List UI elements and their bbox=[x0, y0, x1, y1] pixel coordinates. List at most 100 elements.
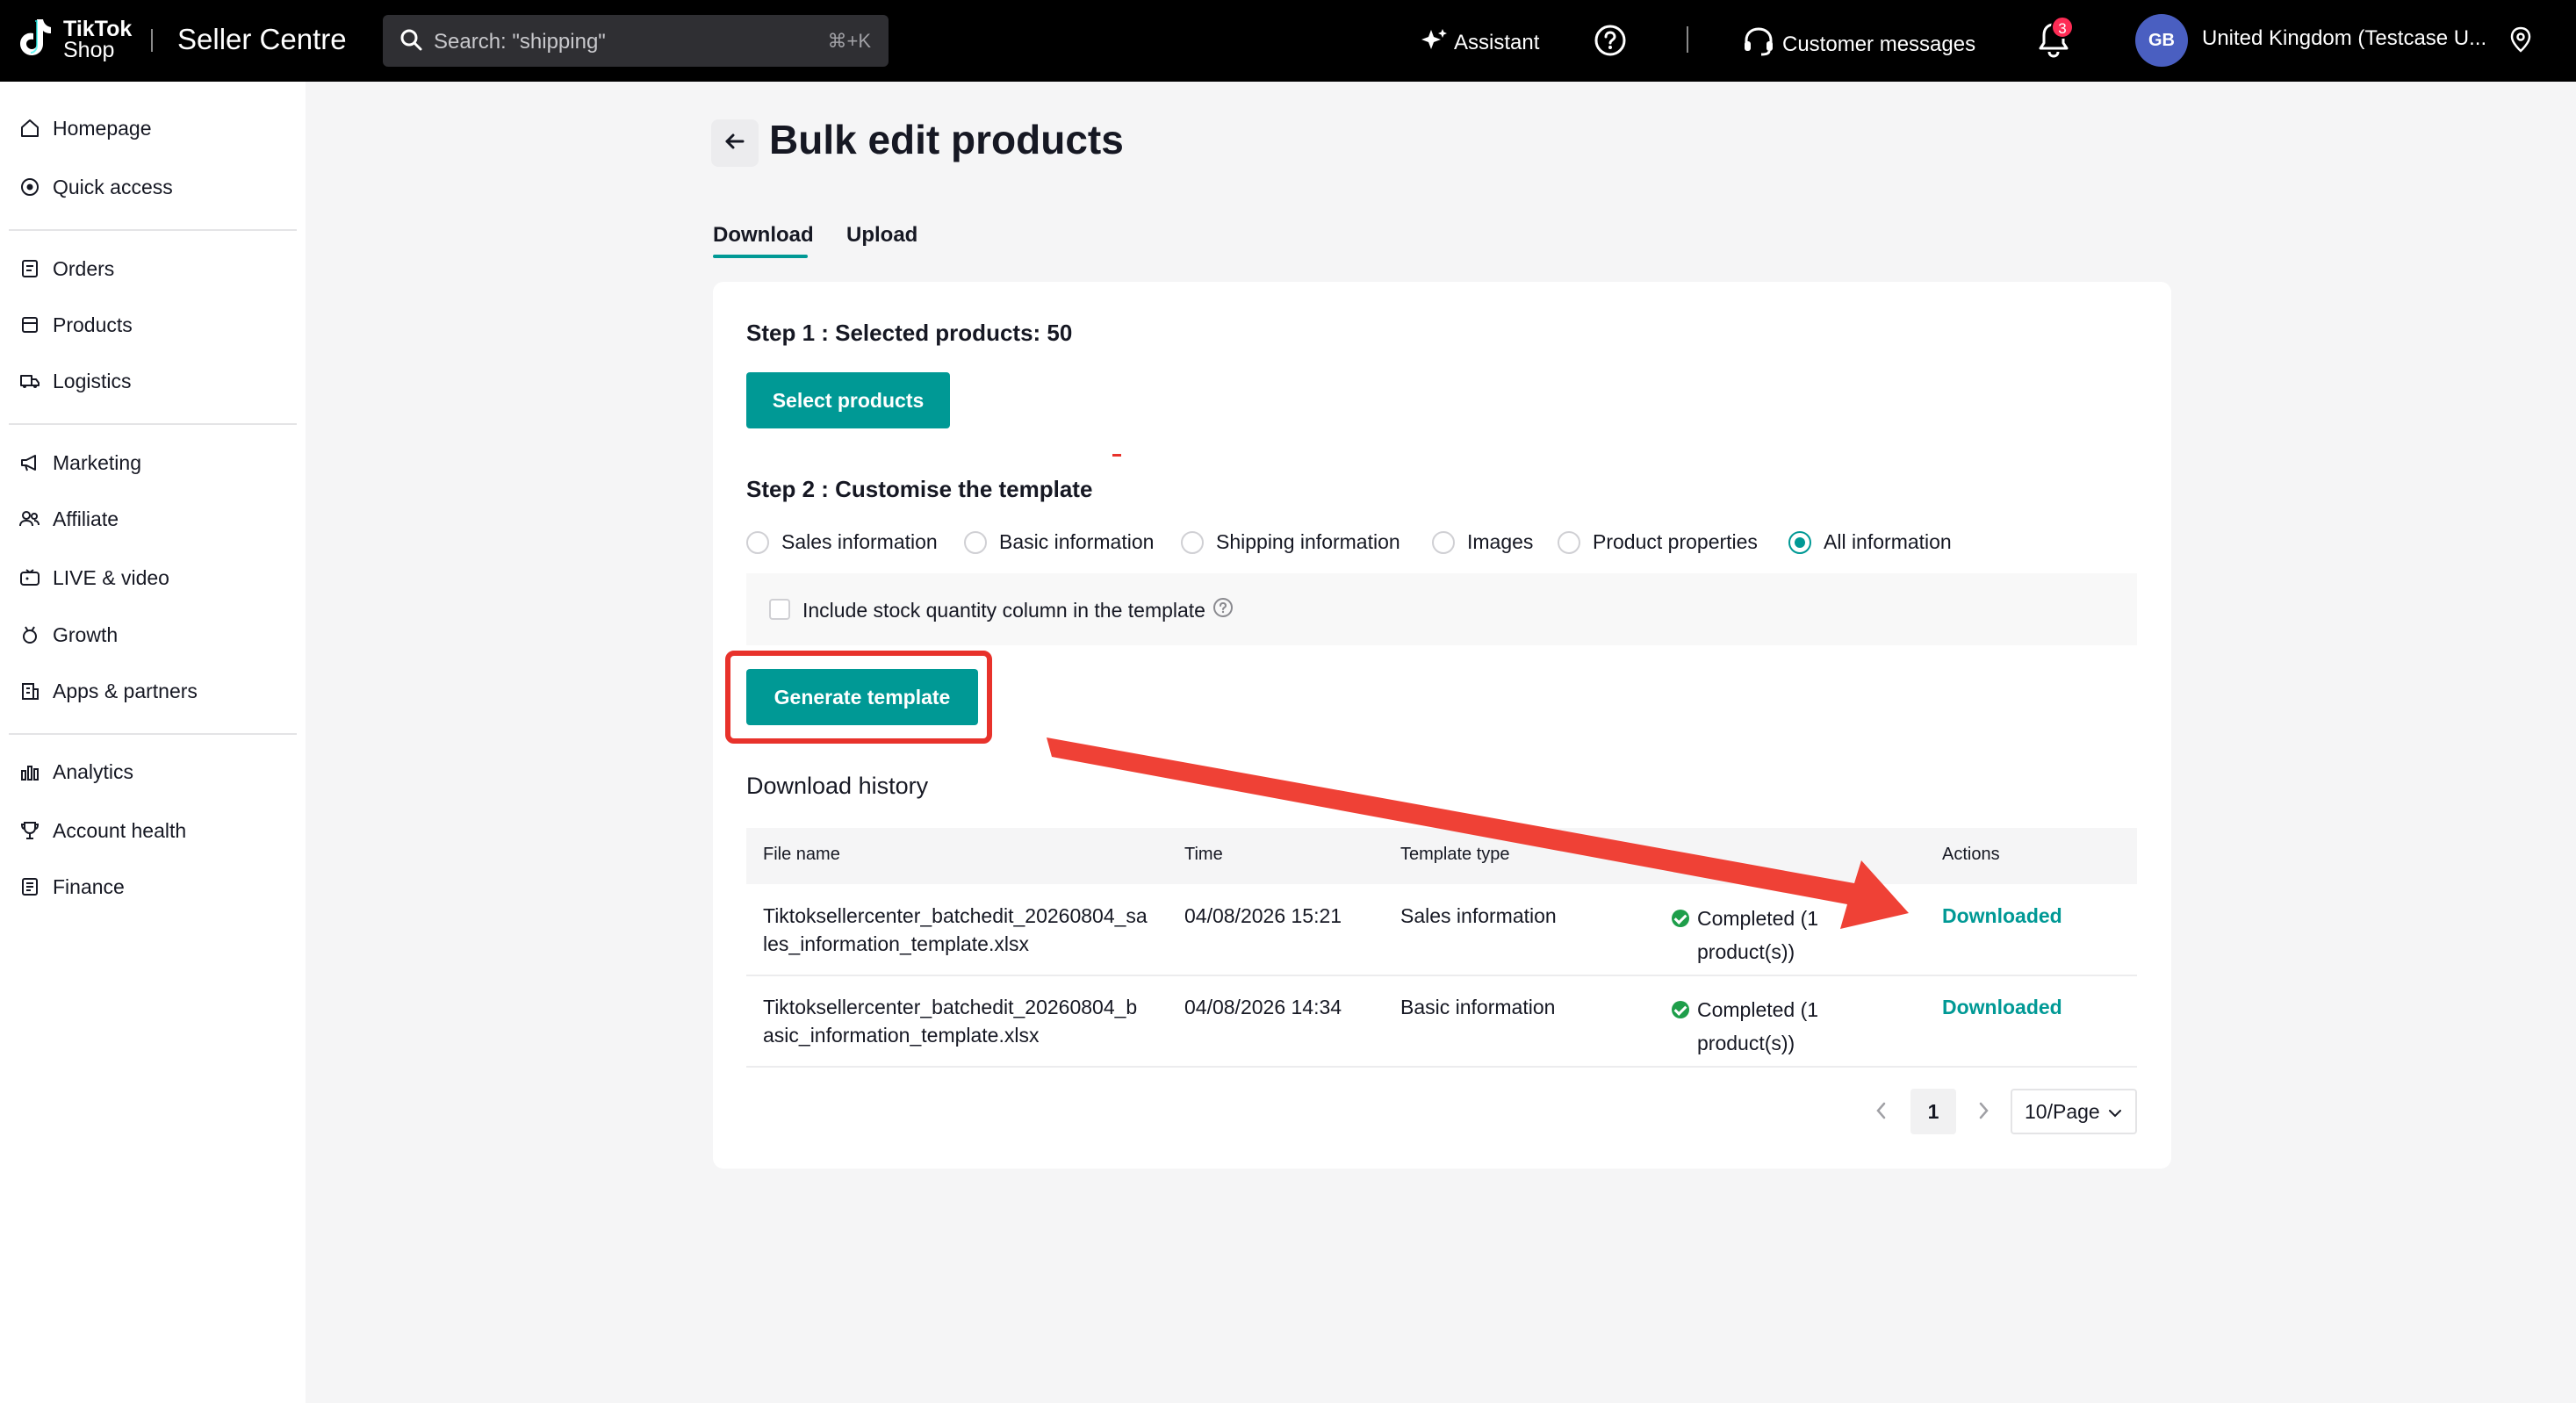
page-size-value: 10/Page bbox=[2025, 1099, 2100, 1123]
sidebar-item-orders[interactable]: Orders bbox=[19, 251, 114, 286]
help-circle-icon bbox=[1593, 23, 1628, 64]
table-row-file-name: Tiktoksellercenter_batchedit_20260804_b … bbox=[763, 990, 1137, 1052]
table-row-time: 04/08/2026 14:34 bbox=[1184, 996, 1342, 1018]
help-icon[interactable] bbox=[1212, 597, 1234, 623]
back-button[interactable] bbox=[711, 119, 759, 167]
sidebar-item-affiliate[interactable]: Affiliate bbox=[19, 501, 119, 536]
table-row-status: Completed (1 product(s)) bbox=[1697, 993, 1818, 1060]
downloaded-link[interactable]: Downloaded bbox=[1942, 996, 2062, 1019]
medal-icon bbox=[19, 624, 40, 645]
row-divider bbox=[746, 975, 2137, 976]
search-shortcut: ⌘+K bbox=[827, 30, 871, 52]
brand-title: Seller Centre bbox=[177, 23, 347, 55]
check-circle-icon bbox=[1672, 910, 1689, 927]
checkbox-label-text: Include stock quantity column in the tem… bbox=[802, 598, 1205, 622]
column-header-file-name: File name bbox=[763, 845, 840, 864]
radio-all-information[interactable]: All information bbox=[1788, 530, 1952, 554]
tiktok-shop-logo[interactable]: TikTok Shop bbox=[18, 18, 132, 61]
chevron-left-icon[interactable] bbox=[1875, 1101, 1888, 1126]
page-size-select[interactable]: 10/Page bbox=[2011, 1089, 2137, 1134]
sidebar-item-label: LIVE & video bbox=[53, 565, 169, 589]
sidebar-item-label: Apps & partners bbox=[53, 679, 198, 702]
sidebar-item-marketing[interactable]: Marketing bbox=[19, 445, 141, 480]
trophy-icon bbox=[19, 820, 40, 841]
chevron-right-icon[interactable] bbox=[1977, 1101, 1990, 1126]
target-icon bbox=[19, 176, 40, 198]
annotation-mark bbox=[1112, 454, 1121, 457]
row-divider bbox=[746, 1066, 2137, 1068]
sidebar-item-products[interactable]: Products bbox=[19, 307, 133, 342]
customer-messages-button[interactable]: Customer messages bbox=[1742, 26, 1975, 62]
megaphone-icon bbox=[19, 452, 40, 473]
sidebar-item-apps-partners[interactable]: Apps & partners bbox=[19, 673, 198, 709]
search-placeholder: Search: "shipping" bbox=[434, 30, 606, 54]
select-products-button[interactable]: Select products bbox=[746, 372, 950, 428]
radio-label: Basic information bbox=[999, 530, 1155, 553]
headset-icon bbox=[1742, 26, 1775, 62]
radio-circle bbox=[964, 530, 987, 554]
radio-circle bbox=[1432, 530, 1455, 554]
sidebar-item-quick-access[interactable]: Quick access bbox=[19, 169, 173, 205]
pagination-current-page[interactable]: 1 bbox=[1910, 1089, 1956, 1134]
generate-template-button[interactable]: Generate template bbox=[746, 669, 978, 725]
tab-download[interactable]: Download bbox=[713, 223, 814, 248]
logo-text-shop: Shop bbox=[63, 38, 115, 62]
truck-icon bbox=[19, 371, 40, 392]
search-input[interactable]: Search: "shipping" ⌘+K bbox=[383, 15, 889, 67]
sidebar-item-label: Finance bbox=[53, 874, 125, 898]
tiktok-logo-icon bbox=[18, 18, 56, 61]
logo-divider bbox=[151, 29, 153, 52]
radio-circle-checked bbox=[1788, 530, 1811, 554]
home-icon bbox=[19, 118, 40, 139]
table-row-template-type: Basic information bbox=[1400, 996, 1556, 1018]
step2-label: Step 2 : Customise the template bbox=[746, 476, 1093, 502]
radio-sales-information[interactable]: Sales information bbox=[746, 530, 938, 554]
status-line: Completed (1 bbox=[1697, 907, 1819, 930]
column-header-time: Time bbox=[1184, 845, 1223, 864]
radio-shipping-information[interactable]: Shipping information bbox=[1181, 530, 1400, 554]
downloaded-link[interactable]: Downloaded bbox=[1942, 904, 2062, 928]
sidebar-item-label: Orders bbox=[53, 256, 115, 280]
sidebar-item-finance[interactable]: Finance bbox=[19, 869, 125, 904]
table-row-file-name: Tiktoksellercenter_batchedit_20260804_sa… bbox=[763, 899, 1148, 961]
status-line: product(s)) bbox=[1697, 1032, 1795, 1054]
sidebar-item-analytics[interactable]: Analytics bbox=[19, 754, 133, 789]
assistant-button[interactable]: Assistant bbox=[1421, 26, 1539, 59]
sidebar-item-label: Logistics bbox=[53, 369, 132, 392]
status-line: product(s)) bbox=[1697, 940, 1795, 963]
sidebar-item-homepage[interactable]: Homepage bbox=[19, 111, 152, 146]
help-button[interactable] bbox=[1593, 23, 1628, 64]
top-bar: TikTok Shop Seller Centre Search: "shipp… bbox=[0, 0, 2576, 82]
download-history-title: Download history bbox=[746, 773, 929, 799]
radio-basic-information[interactable]: Basic information bbox=[964, 530, 1154, 554]
tab-upload[interactable]: Upload bbox=[846, 223, 917, 248]
sidebar-item-account-health[interactable]: Account health bbox=[19, 813, 186, 848]
logo-text-tiktok: TikTok bbox=[63, 17, 133, 41]
orders-icon bbox=[19, 258, 40, 279]
sidebar-item-label: Marketing bbox=[53, 450, 141, 474]
sparkle-icon bbox=[1421, 26, 1449, 59]
radio-label: Product properties bbox=[1593, 530, 1758, 553]
sidebar-item-logistics[interactable]: Logistics bbox=[19, 363, 131, 399]
stock-quantity-checkbox-label[interactable]: Include stock quantity column in the tem… bbox=[802, 597, 1234, 623]
sidebar-divider bbox=[9, 423, 297, 425]
region-selector[interactable]: United Kingdom (Testcase U... bbox=[2202, 26, 2486, 51]
chart-icon bbox=[19, 761, 40, 782]
sidebar-item-live-video[interactable]: LIVE & video bbox=[19, 560, 169, 595]
active-tab-indicator bbox=[713, 255, 808, 258]
stock-quantity-checkbox[interactable] bbox=[769, 599, 790, 620]
location-pin-icon[interactable] bbox=[2509, 26, 2532, 57]
radio-product-properties[interactable]: Product properties bbox=[1558, 530, 1758, 554]
sidebar: Homepage Quick access Orders Products Lo… bbox=[0, 82, 306, 1403]
notification-badge: 3 bbox=[2051, 16, 2074, 39]
radio-images[interactable]: Images bbox=[1432, 530, 1533, 554]
sidebar-item-growth[interactable]: Growth bbox=[19, 617, 118, 652]
search-icon bbox=[399, 27, 423, 56]
sidebar-item-label: Products bbox=[53, 313, 133, 336]
avatar[interactable]: GB bbox=[2135, 14, 2188, 67]
arrow-left-icon bbox=[723, 132, 746, 155]
sidebar-divider bbox=[9, 733, 297, 735]
sidebar-item-label: Homepage bbox=[53, 116, 152, 140]
radio-label: All information bbox=[1824, 530, 1952, 553]
column-header-template-type: Template type bbox=[1400, 845, 1510, 864]
